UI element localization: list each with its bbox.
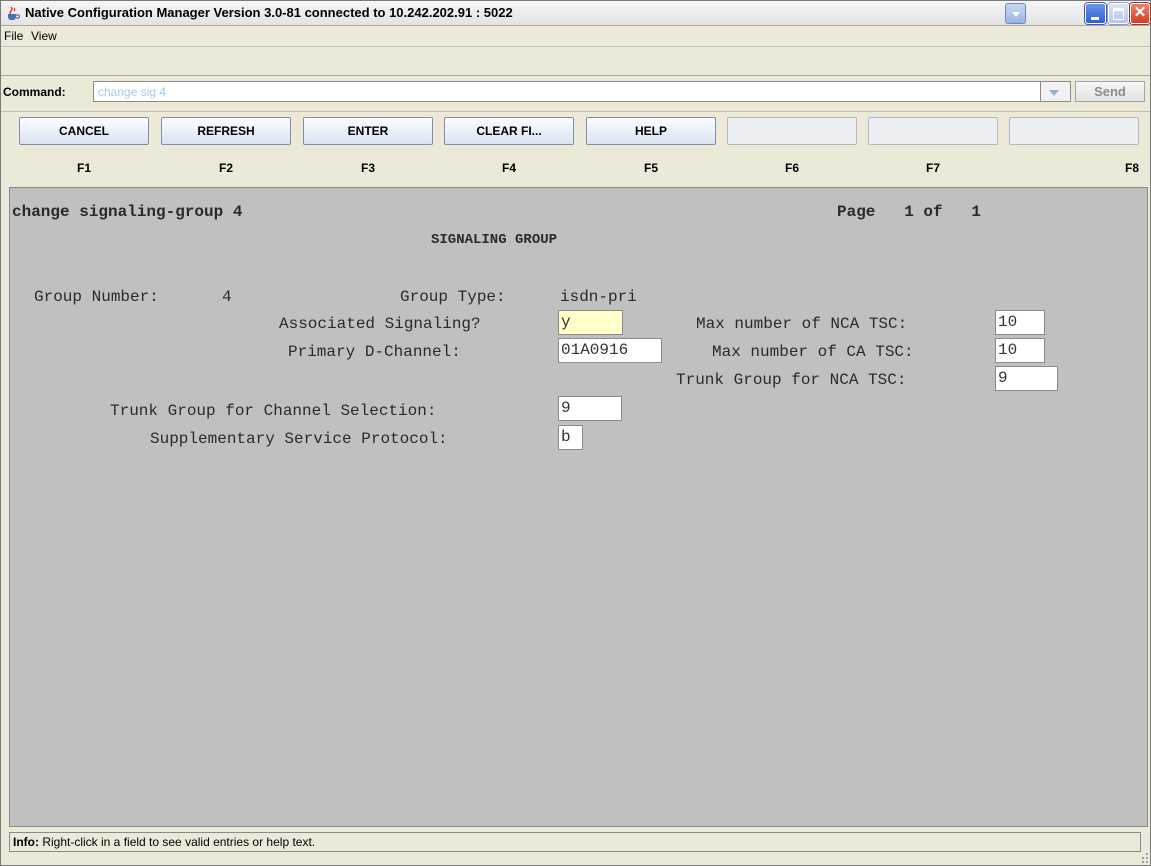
menu-view[interactable]: View bbox=[31, 29, 57, 43]
command-bar: Command: change sig 4 Send bbox=[1, 75, 1150, 108]
title-bar[interactable]: Native Configuration Manager Version 3.0… bbox=[1, 1, 1150, 26]
max-nca-tsc-label: Max number of NCA TSC: bbox=[696, 315, 908, 333]
group-type-value: isdn-pri bbox=[560, 288, 637, 306]
f6-button[interactable] bbox=[727, 117, 857, 145]
java-cup-icon bbox=[8, 6, 21, 20]
info-label: Info: bbox=[13, 835, 39, 849]
resize-grip-icon[interactable] bbox=[1141, 852, 1149, 864]
f8-button[interactable] bbox=[1009, 117, 1139, 145]
help-button[interactable]: HELP bbox=[586, 117, 716, 145]
minimize-button[interactable] bbox=[1085, 3, 1106, 24]
group-number-label: Group Number: bbox=[34, 288, 159, 306]
f1-key-label: F1 bbox=[76, 161, 91, 175]
primary-dchannel-label: Primary D-Channel: bbox=[288, 343, 461, 361]
f3-key-label: F3 bbox=[360, 161, 375, 175]
clear-fields-button[interactable]: CLEAR FI... bbox=[444, 117, 574, 145]
menu-file[interactable]: File bbox=[4, 29, 23, 43]
group-number-value: 4 bbox=[222, 288, 232, 306]
f4-key-label: F4 bbox=[501, 161, 516, 175]
send-button[interactable]: Send bbox=[1075, 81, 1145, 102]
info-text: Right-click in a field to see valid entr… bbox=[39, 835, 316, 849]
terminal-screen: change signaling-group 4 Page 1 of 1 SIG… bbox=[9, 187, 1148, 827]
f7-key-label: F7 bbox=[925, 161, 940, 175]
window-menu-button[interactable] bbox=[1005, 3, 1026, 24]
trunk-channel-label: Trunk Group for Channel Selection: bbox=[110, 402, 437, 420]
primary-dchannel-field[interactable]: 01A0916 bbox=[558, 338, 662, 363]
form-heading: SIGNALING GROUP bbox=[431, 232, 558, 248]
max-nca-tsc-field[interactable]: 10 bbox=[995, 310, 1045, 335]
window-title: Native Configuration Manager Version 3.0… bbox=[25, 5, 513, 20]
menu-bar: File View bbox=[1, 26, 1150, 47]
f7-button[interactable] bbox=[868, 117, 998, 145]
trunk-nca-tsc-label: Trunk Group for NCA TSC: bbox=[676, 371, 907, 389]
close-button[interactable]: ✕ bbox=[1130, 3, 1150, 24]
maximize-button[interactable] bbox=[1108, 3, 1129, 24]
associated-signaling-label: Associated Signaling? bbox=[279, 315, 481, 333]
app-window: Native Configuration Manager Version 3.0… bbox=[0, 0, 1151, 866]
trunk-nca-tsc-field[interactable]: 9 bbox=[995, 366, 1058, 391]
command-echo: change signaling-group 4 bbox=[12, 203, 243, 221]
page-indicator: Page 1 of 1 bbox=[837, 203, 982, 221]
enter-button[interactable]: ENTER bbox=[303, 117, 433, 145]
command-label: Command: bbox=[3, 85, 66, 99]
trunk-channel-field[interactable]: 9 bbox=[558, 396, 622, 421]
group-type-label: Group Type: bbox=[400, 288, 506, 306]
f6-key-label: F6 bbox=[784, 161, 799, 175]
refresh-button[interactable]: REFRESH bbox=[161, 117, 291, 145]
associated-signaling-field[interactable]: y bbox=[558, 310, 623, 335]
supp-protocol-label: Supplementary Service Protocol: bbox=[150, 430, 448, 448]
max-ca-tsc-label: Max number of CA TSC: bbox=[712, 343, 914, 361]
supp-protocol-field[interactable]: b bbox=[558, 425, 583, 450]
function-key-bar: CANCEL REFRESH ENTER CLEAR FI... HELP F1… bbox=[1, 111, 1150, 186]
f2-key-label: F2 bbox=[218, 161, 233, 175]
info-bar: Info: Right-click in a field to see vali… bbox=[9, 832, 1141, 852]
f8-key-label: F8 bbox=[1124, 161, 1139, 175]
max-ca-tsc-field[interactable]: 10 bbox=[995, 338, 1045, 363]
command-history-dropdown[interactable] bbox=[1041, 81, 1071, 102]
cancel-button[interactable]: CANCEL bbox=[19, 117, 149, 145]
f5-key-label: F5 bbox=[643, 161, 658, 175]
command-input[interactable]: change sig 4 bbox=[93, 81, 1041, 102]
